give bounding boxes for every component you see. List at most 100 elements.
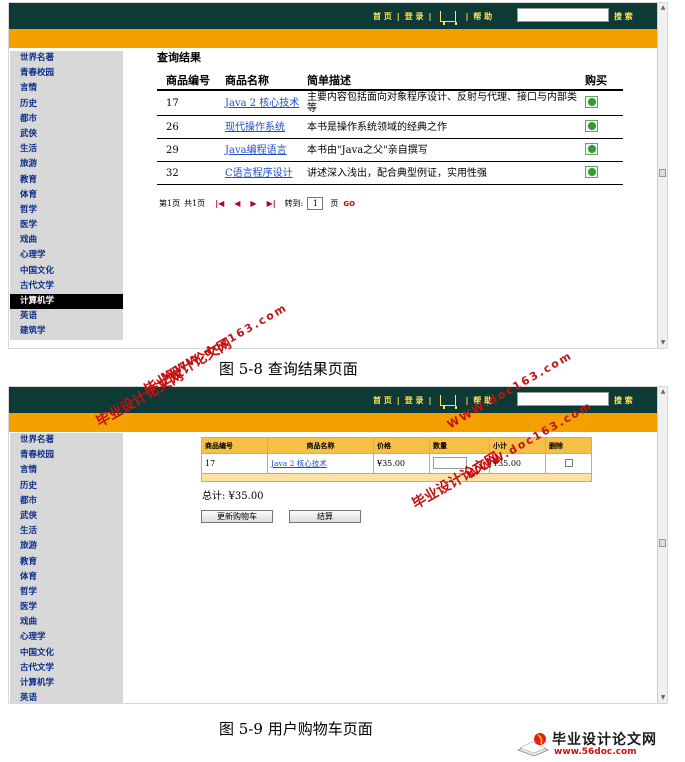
product-name-link[interactable]: 现代操作系统 [225, 122, 285, 133]
nav-home-link[interactable]: 首 页 [373, 11, 392, 22]
vertical-scrollbar[interactable]: ▲ ▼ [657, 3, 667, 348]
result-title: 查询结果 [157, 51, 201, 64]
nav-home-link[interactable]: 首 页 [373, 395, 392, 406]
sidebar-item[interactable]: 旅游 [10, 539, 123, 554]
sidebar-item[interactable]: 世界名著 [10, 51, 123, 66]
sidebar-item[interactable]: 青春校园 [10, 448, 123, 463]
page-number-input[interactable]: 1 [307, 197, 324, 210]
category-sidebar: 世界名著 青春校园 言情 历史 都市 武侠 生活 旅游 教育 体育 哲学 医学 戏曲 心理学 中国文化 古代文… [10, 433, 123, 703]
last-page-icon[interactable]: ▶| [267, 199, 276, 208]
cart-footer-cell [201, 473, 592, 482]
sidebar-item[interactable]: 世界名著 [10, 433, 123, 448]
delete-checkbox[interactable] [564, 458, 573, 467]
scroll-up-icon[interactable]: ▲ [658, 387, 667, 397]
product-name-link[interactable]: Java编程语言 [225, 145, 287, 156]
logo-url: www.56doc.com [554, 747, 637, 757]
sidebar-item[interactable]: 哲学 [10, 203, 123, 218]
search-input[interactable] [517, 392, 609, 406]
col-product-id: 商品编号 [157, 71, 223, 91]
go-button[interactable]: GO [343, 200, 355, 208]
product-name-cell: Java 2 核心技术 [223, 90, 305, 116]
buy-arrow-icon[interactable] [585, 165, 598, 178]
nav-separator: | [465, 396, 469, 405]
product-id: 26 [157, 115, 223, 139]
product-name-link[interactable]: C语言程序设计 [225, 168, 293, 179]
sidebar-item[interactable]: 言情 [10, 81, 123, 96]
nav-login-link[interactable]: 登 录 [405, 395, 424, 406]
sidebar-item[interactable]: 武侠 [10, 509, 123, 524]
sidebar-item[interactable]: 戏曲 [10, 233, 123, 248]
query-result-screenshot: 首 页 | 登 录 | | 帮 助 搜 索 世界名著 青春校园 言情 历史 都市 武侠 生活… [8, 2, 668, 349]
checkout-button[interactable]: 结算 [289, 510, 361, 523]
sidebar-item[interactable]: 生活 [10, 142, 123, 157]
col-buy: 购买 [583, 71, 623, 91]
sidebar-item[interactable]: 中国文化 [10, 646, 123, 661]
orange-banner [9, 29, 659, 48]
site-header: 首 页 | 登 录 | | 帮 助 搜 索 [9, 3, 659, 29]
sidebar-item[interactable]: 历史 [10, 97, 123, 112]
sidebar-item[interactable]: 心理学 [10, 630, 123, 645]
sidebar-item[interactable]: 中国文化 [10, 264, 123, 279]
col-product-name: 商品名称 [267, 437, 374, 454]
scroll-up-icon[interactable]: ▲ [658, 3, 667, 13]
sidebar-item[interactable]: 言情 [10, 463, 123, 478]
sidebar-item[interactable]: 旅游 [10, 157, 123, 172]
next-page-icon[interactable]: ▶ [250, 199, 256, 208]
buy-cell [583, 115, 623, 139]
buy-arrow-icon[interactable] [585, 142, 598, 155]
sidebar-item[interactable]: 建筑学 [10, 324, 123, 339]
sidebar-item[interactable]: 历史 [10, 479, 123, 494]
col-delete: 删除 [545, 437, 592, 454]
sidebar-item[interactable]: 医学 [10, 218, 123, 233]
sidebar-item[interactable]: 英语 [10, 309, 123, 324]
search-input[interactable] [517, 8, 609, 22]
sidebar-item[interactable]: 计算机学 [10, 294, 123, 310]
sidebar-item[interactable]: 青春校园 [10, 66, 123, 81]
update-cart-button[interactable]: 更新购物车 [201, 510, 273, 523]
scroll-down-icon[interactable]: ▼ [658, 338, 667, 348]
sidebar-item[interactable]: 武侠 [10, 127, 123, 142]
sidebar-item[interactable]: 教育 [10, 555, 123, 570]
sidebar-item[interactable]: 体育 [10, 188, 123, 203]
shopping-cart-icon[interactable] [440, 11, 458, 25]
product-name-link[interactable]: Java 2 核心技术 [225, 98, 299, 109]
sidebar-item[interactable]: 医学 [10, 600, 123, 615]
sidebar-item[interactable]: 体育 [10, 570, 123, 585]
buy-arrow-icon[interactable] [585, 95, 598, 108]
buy-cell [583, 161, 623, 185]
cart-product-link[interactable]: Java 2 核心技术 [271, 459, 327, 468]
sidebar-item[interactable]: 英语 [10, 691, 123, 703]
nav-login-link[interactable]: 登 录 [405, 11, 424, 22]
sidebar-item[interactable]: 教育 [10, 173, 123, 188]
site-logo: 毕业设计论文网 www.56doc.com [516, 726, 676, 760]
product-description: 主要内容包括面向对象程序设计、反射与代理、接口与内部类等 [305, 90, 583, 116]
sidebar-item[interactable]: 古代文学 [10, 661, 123, 676]
sidebar-item[interactable]: 都市 [10, 494, 123, 509]
nav-separator: | [396, 396, 400, 405]
sidebar-item[interactable]: 计算机学 [10, 676, 123, 691]
sidebar-item[interactable]: 哲学 [10, 585, 123, 600]
buy-cell [583, 90, 623, 116]
buy-arrow-icon[interactable] [585, 119, 598, 132]
first-page-icon[interactable]: |◀ [215, 199, 224, 208]
sidebar-item[interactable]: 心理学 [10, 248, 123, 263]
sidebar-item[interactable]: 古代文学 [10, 279, 123, 294]
prev-page-icon[interactable]: ◀ [234, 199, 240, 208]
sidebar-item[interactable]: 戏曲 [10, 615, 123, 630]
vertical-scrollbar[interactable]: ▲ ▼ [657, 387, 667, 703]
cart-price: ¥35.00 [373, 453, 430, 474]
top-nav: 首 页 | 登 录 | | 帮 助 [373, 11, 492, 25]
cart-product-id: 17 [201, 453, 268, 474]
scroll-thumb[interactable] [659, 169, 666, 177]
sidebar-item[interactable]: 生活 [10, 524, 123, 539]
search-button[interactable]: 搜 索 [614, 11, 633, 22]
product-description: 本书由"Java之父"亲自撰写 [305, 138, 583, 162]
nav-help-link[interactable]: 帮 助 [473, 11, 492, 22]
search-button[interactable]: 搜 索 [614, 395, 633, 406]
shopping-cart-icon[interactable] [440, 395, 458, 409]
cart-total: 总计: ¥35.00 [202, 491, 264, 502]
buy-cell [583, 138, 623, 162]
scroll-down-icon[interactable]: ▼ [658, 693, 667, 703]
scroll-thumb[interactable] [659, 539, 666, 547]
sidebar-item[interactable]: 都市 [10, 112, 123, 127]
